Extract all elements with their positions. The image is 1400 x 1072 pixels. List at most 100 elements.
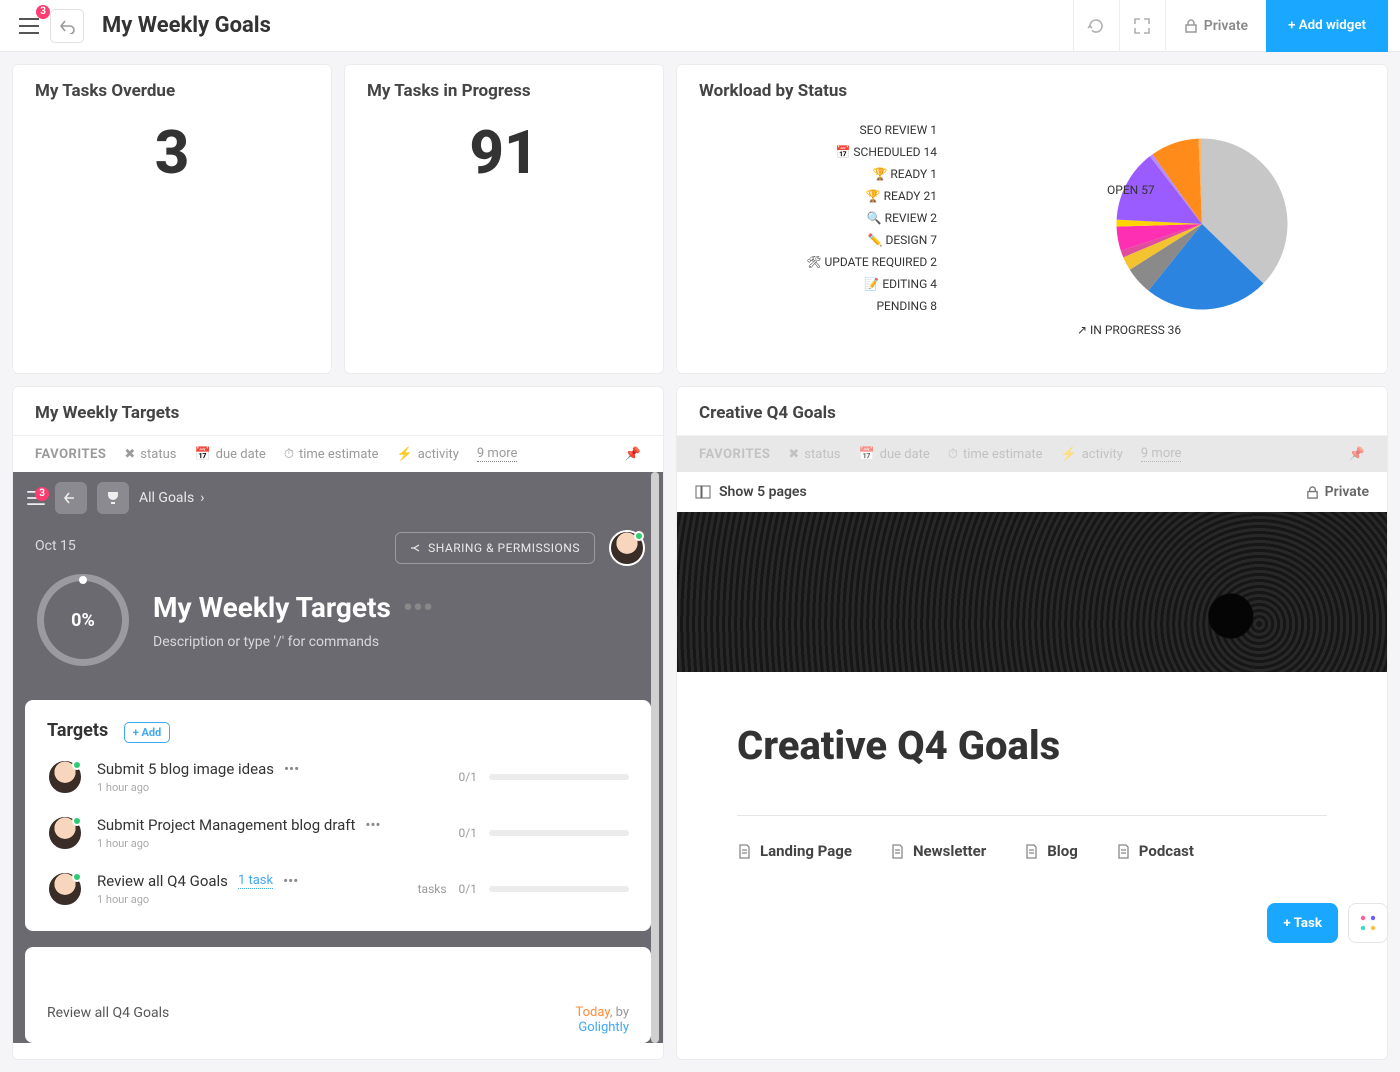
more-icon[interactable]: •••: [284, 760, 299, 778]
legend-item[interactable]: 🛠 UPDATE REQUIRED 2: [787, 255, 937, 269]
legend-item[interactable]: 🔍 REVIEW 2: [787, 211, 937, 225]
add-target-button[interactable]: + Add: [124, 722, 171, 743]
filter-favorites[interactable]: FAVORITES: [35, 447, 106, 462]
filter-time-estimate[interactable]: ⏱time estimate: [948, 447, 1043, 462]
owner-avatar[interactable]: [609, 530, 645, 566]
target-ago: 1 hour ago: [97, 893, 404, 906]
legend-item[interactable]: 📝 EDITING 4: [787, 277, 937, 291]
apps-fab[interactable]: [1348, 903, 1388, 943]
lock-icon: [1184, 19, 1198, 33]
target-title: Submit 5 blog image ideas: [97, 760, 274, 778]
goal-title[interactable]: My Weekly Targets•••: [153, 591, 433, 624]
filter-status[interactable]: ✖status: [788, 447, 840, 462]
filter-activity[interactable]: ⚡activity: [1061, 447, 1123, 462]
target-item[interactable]: Submit 5 blog image ideas ••• 1 hour ago…: [47, 743, 629, 799]
notification-badge: 3: [36, 5, 50, 19]
weekly-targets-widget: My Weekly Targets FAVORITES ✖status 📅due…: [12, 386, 664, 1060]
overdue-card[interactable]: My Tasks Overdue 3: [12, 64, 332, 374]
trophy-button[interactable]: [97, 482, 129, 514]
targets-inner: 3 All Goals › Oct 15 SHARING & PERMISSIO…: [13, 472, 663, 1043]
filter-due-date[interactable]: 📅due date: [194, 447, 265, 462]
filter-activity[interactable]: ⚡activity: [397, 447, 459, 462]
add-widget-button[interactable]: + Add widget: [1266, 0, 1388, 52]
targets-list: Targets + Add Submit 5 blog image ideas …: [25, 700, 651, 931]
doc-icon: [1116, 844, 1131, 859]
inner-back-button[interactable]: [55, 482, 87, 514]
filter-favorites[interactable]: FAVORITES: [699, 447, 770, 462]
goal-more-icon[interactable]: •••: [403, 591, 433, 624]
workload-chart[interactable]: SEO REVIEW 1 📅 SCHEDULED 14 🏆 READY 1 🏆 REA…: [677, 113, 1387, 373]
target-ago: 1 hour ago: [97, 781, 445, 794]
progress-bar: [489, 830, 629, 836]
legend-item[interactable]: ✏️ DESIGN 7: [787, 233, 937, 247]
target-title: Submit Project Management blog draft: [97, 816, 355, 834]
refresh-button[interactable]: [1073, 0, 1119, 52]
page-title: My Weekly Goals: [102, 13, 271, 38]
assignee-avatar[interactable]: [47, 759, 83, 795]
workload-card: Workload by Status SEO REVIEW 1 📅 SCHEDUL…: [676, 64, 1388, 374]
workload-title: Workload by Status: [677, 65, 1387, 113]
apps-icon: [1359, 914, 1377, 932]
timeline-item-title[interactable]: Review all Q4 Goals: [47, 1005, 169, 1035]
share-icon: [410, 542, 422, 554]
creative-title: Creative Q4 Goals: [677, 387, 1387, 435]
target-item[interactable]: Review all Q4 Goals 1 task ••• 1 hour ag…: [47, 855, 629, 911]
overdue-value: 3: [13, 113, 331, 213]
filter-status[interactable]: ✖status: [124, 447, 176, 462]
pin-icon[interactable]: 📌: [625, 447, 641, 462]
legend-item[interactable]: PENDING 8: [787, 299, 937, 313]
inprogress-card[interactable]: My Tasks in Progress 91: [344, 64, 664, 374]
target-ratio: 0/1: [459, 826, 477, 840]
breadcrumb[interactable]: All Goals ›: [139, 490, 204, 506]
top-header: 3 My Weekly Goals Private + Add widget: [0, 0, 1400, 52]
doc-links: Landing Page Newsletter Blog Podcast: [737, 842, 1327, 860]
filter-more[interactable]: 9 more: [1141, 446, 1182, 462]
legend-item[interactable]: OPEN 57: [1107, 183, 1155, 197]
progress-ring: 0%: [37, 574, 129, 666]
doc-icon: [737, 844, 752, 859]
assignee-avatar[interactable]: [47, 871, 83, 907]
fullscreen-button[interactable]: [1119, 0, 1165, 52]
targets-heading: Targets: [47, 720, 108, 741]
doc-link[interactable]: Landing Page: [737, 842, 852, 860]
legend-item[interactable]: 🏆 READY 1: [787, 167, 937, 181]
legend-item[interactable]: 🏆 READY 21: [787, 189, 937, 203]
filter-time-estimate[interactable]: ⏱time estimate: [284, 447, 379, 462]
doc-link[interactable]: Podcast: [1116, 842, 1194, 860]
target-item[interactable]: Submit Project Management blog draft •••…: [47, 799, 629, 855]
doc-title[interactable]: Creative Q4 Goals: [737, 722, 1327, 769]
goal-description[interactable]: Description or type '/' for commands: [153, 634, 433, 650]
sharing-permissions-button[interactable]: SHARING & PERMISSIONS: [395, 532, 595, 564]
doc-privacy[interactable]: Private: [1306, 484, 1369, 500]
filter-due-date[interactable]: 📅due date: [858, 447, 929, 462]
inprogress-title: My Tasks in Progress: [345, 65, 663, 113]
filter-more[interactable]: 9 more: [477, 446, 518, 462]
sidebar-toggle[interactable]: 3: [12, 9, 46, 43]
inner-sidebar-toggle[interactable]: 3: [27, 491, 45, 505]
task-link[interactable]: 1 task: [238, 873, 273, 889]
overdue-title: My Tasks Overdue: [13, 65, 331, 113]
creative-filters-row: FAVORITES ✖status 📅due date ⏱time estima…: [677, 435, 1387, 472]
pin-icon[interactable]: 📌: [1349, 447, 1365, 462]
cover-image[interactable]: [677, 512, 1387, 672]
legend-item[interactable]: ↗ IN PROGRESS 36: [1077, 323, 1181, 337]
more-icon[interactable]: •••: [365, 816, 380, 834]
privacy-toggle[interactable]: Private: [1165, 0, 1266, 52]
timeline-item-meta: Today, by Golightly: [576, 1005, 630, 1035]
inprogress-value: 91: [345, 113, 663, 213]
back-button[interactable]: [50, 9, 84, 43]
legend-item[interactable]: SEO REVIEW 1: [787, 123, 937, 137]
timeline-heading: Timeline: [47, 967, 629, 987]
assignee-avatar[interactable]: [47, 815, 83, 851]
new-task-fab[interactable]: + Task: [1267, 903, 1338, 943]
more-icon[interactable]: •••: [283, 872, 298, 890]
legend-item[interactable]: 📅 SCHEDULED 14: [787, 145, 937, 159]
show-pages-toggle[interactable]: Show 5 pages: [695, 484, 807, 500]
doc-icon: [890, 844, 905, 859]
pages-icon: [695, 484, 711, 500]
doc-link[interactable]: Newsletter: [890, 842, 986, 860]
chevron-right-icon: ›: [200, 490, 204, 506]
doc-link[interactable]: Blog: [1024, 842, 1078, 860]
lock-icon: [1306, 486, 1319, 499]
privacy-label: Private: [1204, 18, 1248, 34]
